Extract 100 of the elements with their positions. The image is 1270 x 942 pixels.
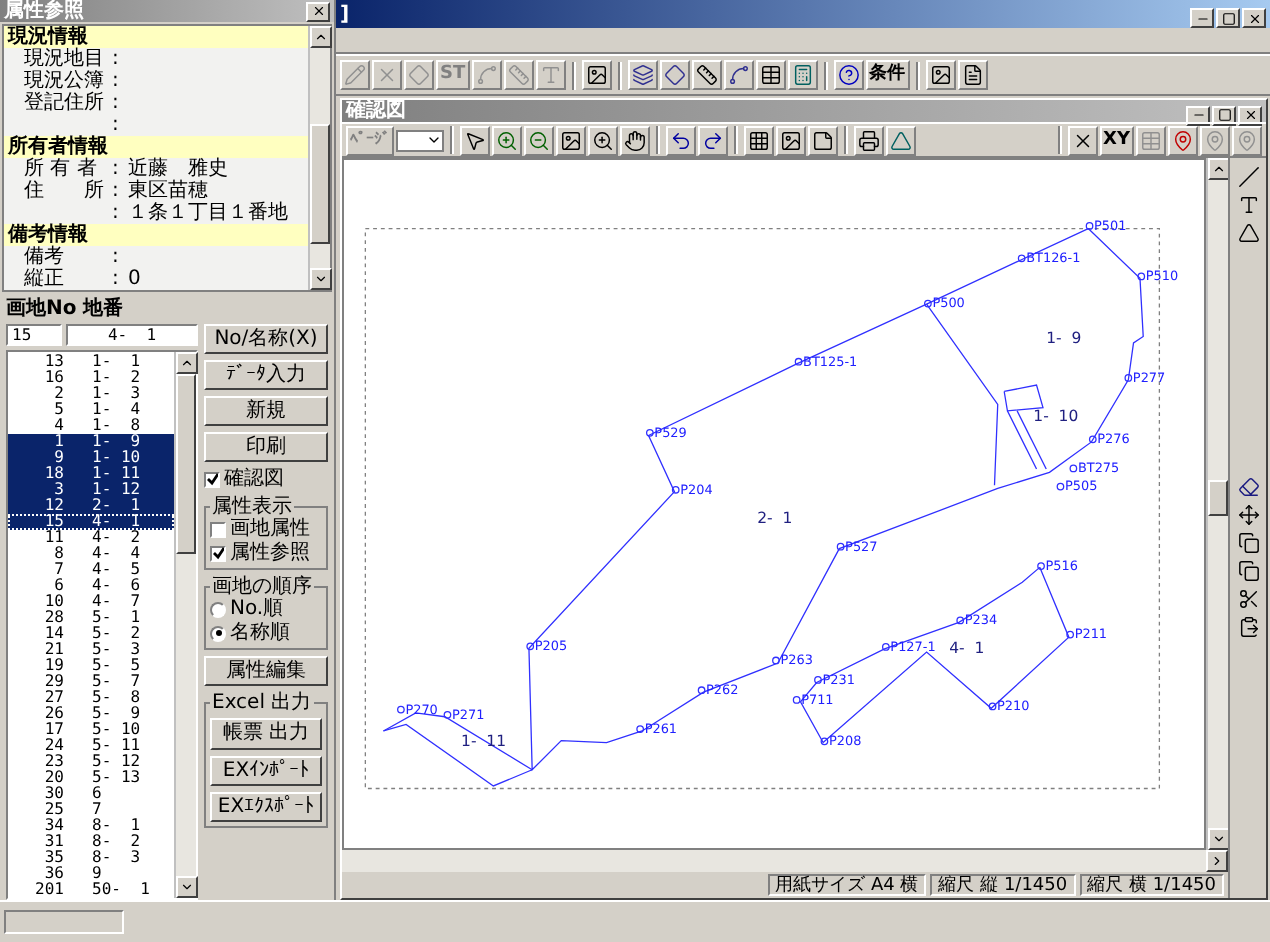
order-radio[interactable]: 名称順 xyxy=(210,622,322,644)
spline-button[interactable] xyxy=(723,60,754,90)
maximize-button[interactable] xyxy=(1212,105,1236,125)
parcel-row[interactable]: 19 5- 5 xyxy=(8,658,174,674)
new-image-button[interactable] xyxy=(776,125,806,155)
parcel-row[interactable]: 28 5- 1 xyxy=(8,610,174,626)
zoom-in-button[interactable] xyxy=(492,125,522,155)
scroll-up-icon xyxy=(314,30,328,44)
note-button[interactable] xyxy=(808,125,838,155)
close-button[interactable] xyxy=(1242,8,1266,28)
section-heading: 所有者情報 xyxy=(4,136,308,158)
parcel-row[interactable]: 16 1- 2 xyxy=(8,370,174,386)
close-button[interactable] xyxy=(306,1,330,21)
table-button[interactable] xyxy=(755,60,786,90)
parcel-row[interactable]: 10 4- 7 xyxy=(8,594,174,610)
parcel-row[interactable]: 6 4- 6 xyxy=(8,578,174,594)
parcel-row[interactable]: 23 5- 12 xyxy=(8,754,174,770)
parcel-row[interactable]: 20 5- 13 xyxy=(8,770,174,786)
spline-icon xyxy=(727,64,750,86)
pin-button[interactable] xyxy=(1232,125,1262,155)
parcel-row[interactable]: 30 6 xyxy=(8,786,174,802)
parcel-row[interactable]: 27 5- 8 xyxy=(8,690,174,706)
scrollbar[interactable] xyxy=(308,26,330,290)
redo-button[interactable] xyxy=(698,125,728,155)
scrollbar[interactable] xyxy=(174,352,196,898)
parcel-row[interactable]: 35 8- 3 xyxy=(8,850,174,866)
triangle-button[interactable] xyxy=(886,125,916,155)
confirm-map-checkbox[interactable]: 確認図 xyxy=(204,468,328,490)
pin-button[interactable] xyxy=(1200,125,1230,155)
order-radio[interactable]: No.順 xyxy=(210,598,322,620)
zoom-out-button[interactable] xyxy=(524,125,554,155)
parcel-row[interactable]: 4 1- 8 xyxy=(8,418,174,434)
cross-button[interactable] xyxy=(1067,125,1098,155)
maximize-icon xyxy=(1217,108,1231,122)
parcel-row[interactable]: 24 5- 11 xyxy=(8,738,174,754)
layers-button[interactable] xyxy=(627,60,658,90)
action-button[interactable]: 新規 xyxy=(204,396,328,426)
field-label: 現況公簿 xyxy=(24,70,106,92)
grid-button[interactable] xyxy=(744,125,774,155)
parcel-row[interactable]: 26 5- 9 xyxy=(8,706,174,722)
parcel-row[interactable]: 25 7 xyxy=(8,802,174,818)
eraser-icon xyxy=(1237,476,1259,498)
minimize-button[interactable] xyxy=(1190,8,1214,28)
action-button[interactable]: No/名称(X) xyxy=(204,324,328,354)
parcel-row[interactable]: 7 4- 5 xyxy=(8,562,174,578)
parcel-row[interactable]: 8 4- 4 xyxy=(8,546,174,562)
parcel-row[interactable]: 9 1- 10 xyxy=(8,450,174,466)
parcel-row[interactable]: 12 2- 1 xyxy=(8,498,174,514)
scrollbar[interactable] xyxy=(1206,158,1228,850)
horizontal-scrollbar[interactable] xyxy=(342,850,1228,872)
excel-button[interactable]: 帳票 出力 xyxy=(210,718,322,750)
undo-button[interactable] xyxy=(666,125,696,155)
parcel-row[interactable]: 29 5- 7 xyxy=(8,674,174,690)
excel-button[interactable]: EXｴｸｽﾎﾟｰﾄ xyxy=(210,792,322,822)
scroll-thumb[interactable] xyxy=(1208,480,1228,516)
image-button[interactable] xyxy=(925,60,956,90)
print-button[interactable] xyxy=(854,125,884,155)
condition-button[interactable]: 条件 xyxy=(865,60,910,90)
parcel-row[interactable]: 1 1- 9 xyxy=(8,434,174,450)
xy-button[interactable]: XY xyxy=(1099,125,1134,155)
parcel-row[interactable]: 18 1- 11 xyxy=(8,466,174,482)
minimize-button[interactable] xyxy=(1186,105,1210,125)
action-button[interactable]: ﾃﾞｰﾀ入力 xyxy=(204,360,328,390)
scroll-thumb[interactable] xyxy=(176,374,196,554)
option-checkbox[interactable]: 画地属性 xyxy=(210,518,322,540)
pointer-button[interactable] xyxy=(460,125,490,155)
ruler-button[interactable] xyxy=(691,60,722,90)
scroll-down-icon xyxy=(180,880,194,894)
parcel-row[interactable]: 2 1- 3 xyxy=(8,386,174,402)
parcel-row[interactable]: 36 9 xyxy=(8,866,174,882)
scroll-thumb[interactable] xyxy=(310,124,330,244)
image-button[interactable] xyxy=(581,60,612,90)
duplicate-icon xyxy=(1237,560,1259,582)
edit-button[interactable]: 属性編集 xyxy=(204,656,328,686)
page-combo[interactable] xyxy=(396,129,444,151)
excel-button[interactable]: EXｲﾝﾎﾟｰﾄ xyxy=(210,756,322,786)
help-button[interactable] xyxy=(833,60,864,90)
close-button[interactable] xyxy=(1238,105,1262,125)
parcel-row[interactable]: 13 1- 1 xyxy=(8,354,174,370)
parcel-row[interactable]: 34 8- 1 xyxy=(8,818,174,834)
parcel-row[interactable]: 11 4- 2 xyxy=(8,530,174,546)
parcel-row[interactable]: 201 50- 1 xyxy=(8,882,174,898)
parcel-row[interactable]: 5 1- 4 xyxy=(8,402,174,418)
pan-button[interactable] xyxy=(620,125,650,155)
text-button[interactable] xyxy=(535,60,566,90)
parcel-row[interactable]: 3 1- 12 xyxy=(8,482,174,498)
calculator-button[interactable] xyxy=(787,60,818,90)
pin-button[interactable] xyxy=(1168,125,1198,155)
action-button[interactable]: 印刷 xyxy=(204,432,328,462)
chiban-field[interactable]: 4- 1 xyxy=(66,324,198,346)
diamond-button[interactable] xyxy=(659,60,690,90)
option-checkbox[interactable]: 属性参照 xyxy=(210,542,322,564)
zoom-area-button[interactable] xyxy=(588,125,618,155)
document-button[interactable] xyxy=(957,60,988,90)
parcel-row[interactable]: 31 8- 2 xyxy=(8,834,174,850)
parcel-row[interactable]: 14 5- 2 xyxy=(8,626,174,642)
parcel-row[interactable]: 17 5- 10 xyxy=(8,722,174,738)
maximize-button[interactable] xyxy=(1216,8,1240,28)
parcel-row[interactable]: 21 5- 3 xyxy=(8,642,174,658)
no-field[interactable]: 15 xyxy=(6,324,62,346)
